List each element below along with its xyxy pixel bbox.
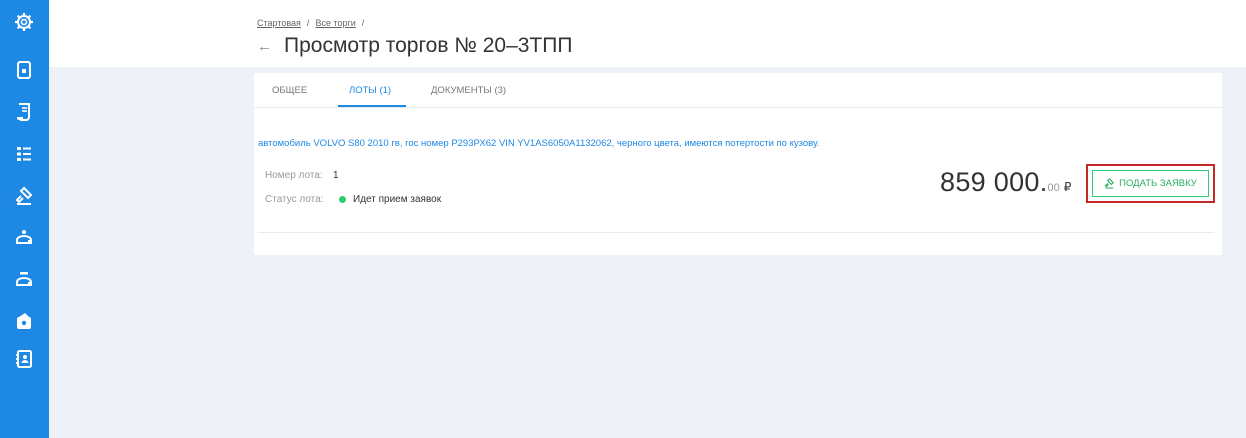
document-icon[interactable]: [12, 58, 36, 82]
breadcrumb-separator: /: [361, 18, 365, 28]
breadcrumb-home-link[interactable]: Стартовая: [257, 18, 301, 28]
auction-alt-icon[interactable]: [12, 268, 36, 292]
page-title: ← Просмотр торгов № 20–3ТПП: [257, 34, 572, 58]
tab-lots[interactable]: ЛОТЫ (1): [349, 85, 391, 96]
page-title-text: Просмотр торгов № 20–3ТПП: [284, 34, 573, 57]
submit-bid-label: ПОДАТЬ ЗАЯВКУ: [1119, 178, 1197, 189]
lot-status-value: Идет прием заявок: [353, 194, 442, 205]
currency-symbol: ₽: [1063, 180, 1072, 194]
lot-status-label: Статус лота:: [265, 194, 324, 205]
lot-description-link[interactable]: автомобиль VOLVO S80 2010 гв, гос номер …: [258, 138, 819, 149]
list-icon[interactable]: [12, 142, 36, 166]
price-cents: 00: [1047, 182, 1060, 194]
gavel-icon: [1104, 178, 1115, 189]
breadcrumb: Стартовая / Все торги /: [257, 18, 364, 28]
trade-card: ОБЩЕЕ ЛОТЫ (1) ДОКУМЕНТЫ (3) автомобиль …: [254, 73, 1222, 255]
status-dot-icon: [339, 196, 346, 203]
wallet-icon[interactable]: [12, 309, 36, 333]
breadcrumb-separator: /: [306, 18, 310, 28]
lot-number-label: Номер лота:: [265, 170, 323, 181]
tab-bar: ОБЩЕЕ ЛОТЫ (1) ДОКУМЕНТЫ (3): [254, 73, 1222, 108]
gear-icon[interactable]: [12, 10, 36, 34]
lot-price: 859 000.00 ₽: [940, 167, 1071, 198]
submit-bid-button[interactable]: ПОДАТЬ ЗАЯВКУ: [1092, 170, 1209, 197]
price-main: 859 000.: [940, 167, 1048, 197]
arrow-left-icon[interactable]: ←: [257, 39, 272, 54]
page-header: [49, 0, 1246, 67]
tab-documents[interactable]: ДОКУМЕНТЫ (3): [431, 85, 506, 96]
lot-number-value: 1: [333, 170, 339, 181]
breadcrumb-all-trades-link[interactable]: Все торги: [315, 18, 355, 28]
sidebar: [0, 0, 49, 438]
active-tab-indicator: [338, 105, 406, 107]
divider: [258, 232, 1214, 233]
contract-icon[interactable]: [12, 100, 36, 124]
gavel-icon[interactable]: [12, 184, 36, 208]
tab-general[interactable]: ОБЩЕЕ: [272, 85, 307, 96]
auction-icon[interactable]: [12, 226, 36, 250]
address-book-icon[interactable]: [12, 347, 36, 371]
